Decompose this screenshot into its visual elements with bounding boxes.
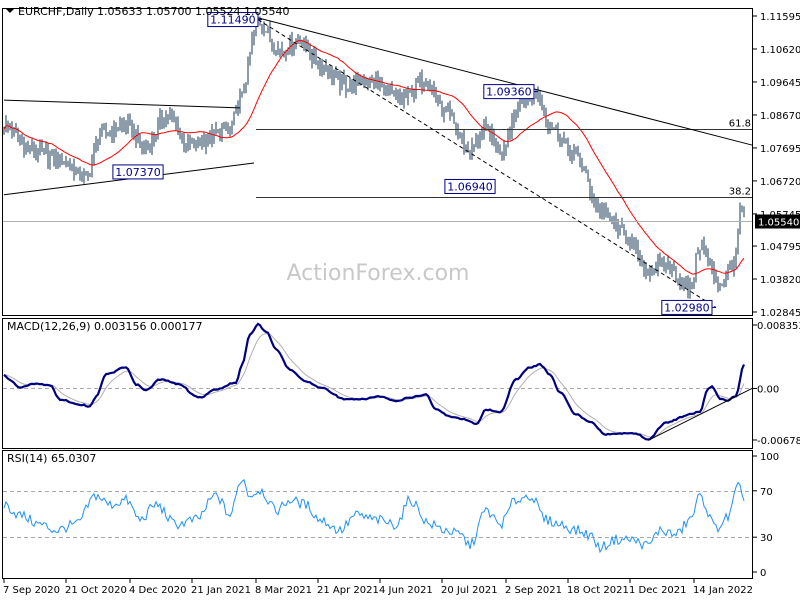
price-annotation-label: 1.02980 — [664, 301, 710, 314]
time-axis-label: 14 Jan 2022 — [693, 585, 753, 596]
price-annotation-label: 1.09360 — [486, 86, 532, 99]
price-axis-label: 1.03820 — [760, 275, 800, 286]
rsi-axis-label: 30 — [760, 533, 773, 544]
macd-axis-label: -0.006788 — [757, 436, 800, 447]
current-price-label: 1.05540 — [758, 218, 799, 229]
ohlc-values: 1.05633 1.05700 1.05524 1.05540 — [97, 5, 289, 18]
price-axis-label: 1.02845 — [760, 308, 800, 319]
time-axis-label: 8 Mar 2021 — [255, 585, 312, 596]
rsi-title: RSI(14) 65.0307 — [7, 452, 96, 465]
symbol-label: EURCHF,Daily — [18, 5, 94, 18]
time-axis-label: 1 Dec 2021 — [629, 585, 687, 596]
time-axis-label: 4 Dec 2020 — [129, 585, 187, 596]
macd-axis-label: 0.008353 — [757, 321, 800, 332]
price-axis-label: 1.09645 — [760, 78, 800, 89]
time-axis-label: 20 Jul 2021 — [441, 585, 498, 596]
time-axis-label: 2 Sep 2021 — [505, 585, 562, 596]
price-axis-label: 1.06720 — [760, 177, 800, 188]
price-axis-label: 1.08670 — [760, 111, 800, 122]
macd-axis-label: 0.00 — [757, 384, 779, 395]
time-axis-label: 21 Oct 2020 — [65, 585, 127, 596]
watermark: ActionForex.com — [287, 261, 470, 286]
time-axis-label: 18 Oct 2021 — [567, 585, 629, 596]
header: EURCHF,Daily 1.05633 1.05700 1.05524 1.0… — [6, 5, 289, 18]
price-axis-label: 1.07695 — [760, 144, 800, 155]
fib-level-label: 61.8 — [729, 119, 751, 130]
price-axis-label: 1.10620 — [760, 45, 800, 56]
time-axis-label: 7 Sep 2020 — [3, 585, 60, 596]
eurchf-chart: ActionForex.com 61.838.21.114901.073701.… — [0, 0, 800, 600]
price-axis-label: 1.11595 — [760, 12, 800, 23]
time-axis-label: 21 Jan 2021 — [191, 585, 251, 596]
macd-title: MACD(12,26,9) 0.003156 0.000177 — [7, 320, 203, 333]
time-axis-label: 4 Jun 2021 — [379, 585, 433, 596]
price-annotation-label: 1.07370 — [115, 166, 161, 179]
price-annotation-label: 1.06940 — [447, 180, 493, 193]
rsi-axis-label: 100 — [760, 452, 779, 463]
rsi-axis-label: 0 — [760, 568, 766, 579]
price-axis-label: 1.04795 — [760, 242, 800, 253]
fib-level-label: 38.2 — [729, 187, 751, 198]
rsi-axis-label: 70 — [760, 487, 773, 498]
time-axis-label: 21 Apr 2021 — [317, 585, 379, 596]
